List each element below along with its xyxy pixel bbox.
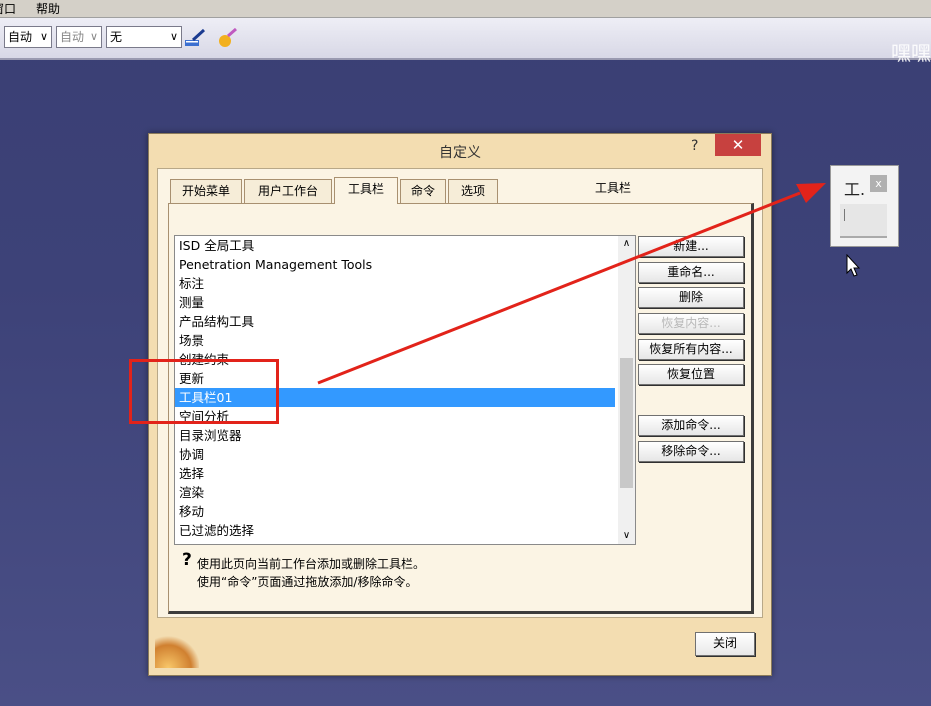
delete-button[interactable]: 删除 <box>638 287 744 308</box>
list-item[interactable]: 移动 <box>175 502 615 521</box>
decoration-graphic <box>155 634 199 668</box>
empty-toolbar-slot <box>840 204 887 238</box>
list-item[interactable]: Penetration Management Tools <box>175 255 615 274</box>
list-item[interactable]: 产品结构工具 <box>175 312 615 331</box>
list-item[interactable]: 协调 <box>175 445 615 464</box>
close-icon[interactable]: ✕ <box>715 134 761 156</box>
chevron-down-icon: ∨ <box>89 30 98 43</box>
list-item[interactable]: 场景 <box>175 331 615 350</box>
list-item[interactable]: 渲染 <box>175 483 615 502</box>
dialog-title: 自定义 <box>439 145 481 161</box>
menu-help[interactable]: 帮助 <box>36 0 60 17</box>
tab-start-menu[interactable]: 开始菜单 <box>170 179 242 204</box>
floating-toolbar[interactable]: 工. x <box>830 165 899 247</box>
restore-position-button[interactable]: 恢复位置 <box>638 364 744 385</box>
close-icon[interactable]: x <box>870 175 887 192</box>
restore-all-button[interactable]: 恢复所有内容... <box>638 339 744 360</box>
combo-color-value: 自动 <box>8 30 33 44</box>
hint-line-2: 使用“命令”页面通过拖放添加/移除命令。 <box>197 575 418 589</box>
combo-linetype-value: 自动 <box>60 30 85 44</box>
combo-layer[interactable]: 无 ∨ <box>106 26 182 48</box>
restore-content-button[interactable]: 恢复内容... <box>638 313 744 334</box>
highlight-box <box>129 359 279 424</box>
menu-window[interactable]: 窗口 <box>0 0 16 17</box>
main-toolbar: 自动 ∨ 自动 ∨ 无 ∨ 嘿嘿 <box>0 18 931 65</box>
paint-brush-icon[interactable] <box>184 28 206 48</box>
tab-commands[interactable]: 命令 <box>400 179 446 204</box>
list-item[interactable]: 标注 <box>175 274 615 293</box>
scroll-thumb[interactable] <box>620 358 633 488</box>
watermark: 嘿嘿 <box>891 41 931 65</box>
scroll-up-icon[interactable]: ∧ <box>618 236 635 252</box>
list-scrollbar[interactable]: ∧ ∨ <box>618 236 635 544</box>
list-item[interactable]: 已过滤的选择 <box>175 521 615 540</box>
chevron-down-icon: ∨ <box>39 30 48 43</box>
list-item[interactable]: 测量 <box>175 293 615 312</box>
hint-line-1: 使用此页向当前工作台添加或删除工具栏。 <box>197 557 426 571</box>
tab-user-workbench[interactable]: 用户工作台 <box>244 179 332 204</box>
combo-layer-value: 无 <box>110 30 123 44</box>
new-button[interactable]: 新建... <box>638 236 744 257</box>
combo-color[interactable]: 自动 ∨ <box>4 26 52 48</box>
tab-toolbars[interactable]: 工具栏 <box>334 177 398 204</box>
list-item[interactable]: 目录浏览器 <box>175 426 615 445</box>
help-question-icon: ? <box>182 550 192 570</box>
list-item[interactable]: 选择 <box>175 464 615 483</box>
add-command-button[interactable]: 添加命令... <box>638 415 744 436</box>
help-button[interactable]: ? <box>691 138 698 154</box>
menubar: 窗口 帮助 <box>0 0 931 18</box>
close-button[interactable]: 关闭 <box>695 632 755 656</box>
rename-button[interactable]: 重命名... <box>638 262 744 283</box>
combo-linetype[interactable]: 自动 ∨ <box>56 26 102 48</box>
chevron-down-icon: ∨ <box>169 30 178 43</box>
scroll-down-icon[interactable]: ∨ <box>618 528 635 544</box>
mouse-cursor-icon <box>846 254 861 277</box>
tab-options[interactable]: 选项 <box>448 179 498 204</box>
floating-toolbar-title: 工. <box>844 180 866 199</box>
dialog-titlebar[interactable]: 自定义 ? ✕ <box>149 134 771 166</box>
paint-bucket-icon[interactable] <box>216 28 238 48</box>
toolbar-list-caption: 工具栏 <box>595 181 632 195</box>
list-item[interactable]: ISD 全局工具 <box>175 236 615 255</box>
remove-command-button[interactable]: 移除命令... <box>638 441 744 462</box>
